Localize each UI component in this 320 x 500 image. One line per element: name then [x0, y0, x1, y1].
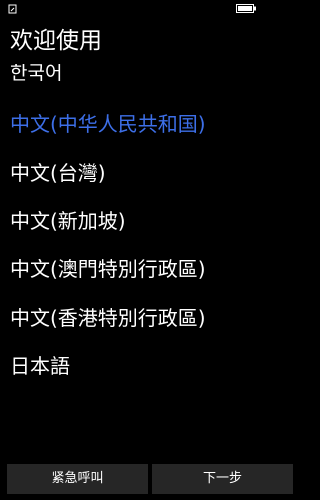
emergency-call-button[interactable]: 紧急呼叫 [7, 464, 148, 494]
bottom-action-bar: 紧急呼叫 下一步 [0, 462, 300, 500]
page-title: 欢迎使用 [10, 28, 102, 54]
language-item-zh-mo[interactable]: 中文(澳門特別行政區) [10, 255, 206, 283]
language-item-korean[interactable]: 한국어 [10, 64, 62, 81]
status-bar [0, 0, 300, 18]
language-item-zh-cn[interactable]: 中文(中华人民共和国) [10, 110, 206, 138]
language-item-japanese[interactable]: 日本語 [10, 352, 70, 380]
sim-status-icon [8, 4, 17, 14]
language-item-zh-hk[interactable]: 中文(香港特別行政區) [10, 304, 206, 332]
welcome-screen: 欢迎使用 한국어 中文(中华人民共和国) 中文(台灣) 中文(新加坡) 中文(澳… [0, 0, 300, 500]
next-button[interactable]: 下一步 [152, 464, 293, 494]
language-item-zh-tw[interactable]: 中文(台灣) [10, 159, 106, 187]
language-item-zh-sg[interactable]: 中文(新加坡) [10, 207, 126, 235]
battery-icon [236, 4, 256, 13]
